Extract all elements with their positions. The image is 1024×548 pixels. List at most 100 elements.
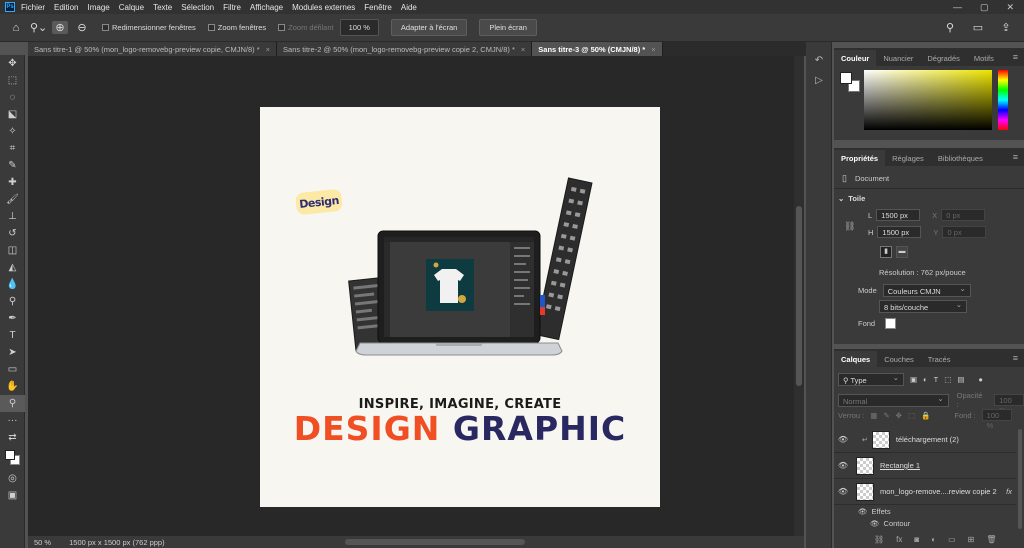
tab-traces[interactable]: Tracés: [921, 351, 958, 367]
zoom-out-icon[interactable]: ⊖: [74, 21, 90, 34]
zoom-in-icon[interactable]: ⊕: [52, 21, 68, 34]
horizontal-scrollbar-thumb[interactable]: [345, 539, 525, 545]
move-tool-icon[interactable]: ✥: [0, 55, 25, 72]
resize-windows-checkbox[interactable]: Redimensionner fenêtres: [102, 23, 196, 32]
layer-row[interactable]: 👁 mon_logo-remove....review copie 2 fx: [834, 479, 1016, 505]
marquee-tool-icon[interactable]: ⬚: [0, 72, 25, 89]
link-icon[interactable]: ⛓: [844, 221, 855, 232]
healing-brush-tool-icon[interactable]: ✚: [0, 174, 25, 191]
background-color-swatch[interactable]: [885, 318, 897, 329]
layers-scrollbar[interactable]: [1018, 429, 1022, 529]
add-mask-icon[interactable]: ◙: [914, 535, 919, 544]
menu-image[interactable]: Image: [87, 3, 109, 12]
new-group-icon[interactable]: ▭: [948, 535, 956, 544]
more-tools-icon[interactable]: ···: [0, 412, 25, 429]
object-selection-tool-icon[interactable]: ⬕: [0, 106, 25, 123]
type-tool-icon[interactable]: T: [0, 327, 25, 344]
document-canvas[interactable]: Design INSPIRE, IMAGINE, CREATE DESIGN G…: [260, 107, 660, 507]
history-panel-icon[interactable]: ↶: [806, 50, 832, 70]
close-icon[interactable]: ×: [266, 45, 270, 54]
menu-selection[interactable]: Sélection: [181, 3, 214, 12]
menu-fenetre[interactable]: Fenêtre: [364, 3, 392, 12]
visibility-eye-icon[interactable]: 👁: [834, 461, 852, 470]
tab-degrades[interactable]: Dégradés: [920, 50, 967, 66]
maximize-icon[interactable]: ▢: [980, 2, 989, 13]
color-field[interactable]: [864, 70, 992, 130]
tab-reglages[interactable]: Réglages: [885, 150, 931, 166]
menu-modules-externes[interactable]: Modules externes: [292, 3, 355, 12]
layer-row[interactable]: 👁 ↵ téléchargement (2): [834, 427, 1016, 453]
width-field[interactable]: 1500 px: [876, 209, 921, 221]
tab-calques[interactable]: Calques: [834, 351, 878, 367]
visibility-eye-icon[interactable]: 👁: [834, 487, 852, 496]
close-window-icon[interactable]: ✕: [1006, 2, 1014, 13]
filter-smart-object-icon[interactable]: ▤: [957, 375, 964, 384]
workspace-icon[interactable]: ▭: [970, 21, 986, 34]
foreground-color-swatch[interactable]: [4, 450, 15, 460]
menu-fichier[interactable]: Fichier: [21, 3, 45, 12]
search-icon[interactable]: ⚲: [942, 21, 958, 34]
adjustment-layer-icon[interactable]: ◐: [931, 535, 936, 544]
panel-menu-icon[interactable]: ≡: [1013, 152, 1018, 162]
effect-stroke-row[interactable]: 👁 Contour: [834, 517, 1016, 529]
layer-row[interactable]: 👁 Rectangle 1: [834, 453, 1016, 479]
filter-adjustment-icon[interactable]: ◐: [923, 375, 928, 384]
minimize-icon[interactable]: —: [953, 2, 962, 13]
menu-texte[interactable]: Texte: [153, 3, 172, 12]
brush-tool-icon[interactable]: 🖌: [0, 191, 25, 208]
screen-mode-icon[interactable]: ▣: [0, 487, 25, 504]
hand-tool-icon[interactable]: ✋: [0, 378, 25, 395]
eraser-tool-icon[interactable]: ◫: [0, 242, 25, 259]
zoom-level[interactable]: 50 %: [34, 538, 51, 547]
filter-pixel-icon[interactable]: ▣: [910, 375, 917, 384]
bit-depth-select[interactable]: 8 bits/couche: [879, 299, 967, 313]
new-layer-icon[interactable]: ⊞: [968, 535, 975, 544]
delete-layer-icon[interactable]: 🗑: [986, 535, 996, 544]
actions-panel-icon[interactable]: ▷: [806, 70, 832, 90]
lasso-tool-icon[interactable]: ◌: [0, 89, 25, 106]
fill-screen-button[interactable]: Plein écran: [479, 19, 537, 36]
tab-sans-titre-2[interactable]: Sans titre-2 @ 50% (mon_logo-removebg-pr…: [277, 42, 533, 56]
foreground-background-colors[interactable]: [0, 446, 25, 470]
filter-shape-icon[interactable]: ⬚: [944, 375, 951, 384]
rectangle-tool-icon[interactable]: ▭: [0, 361, 25, 378]
blur-tool-icon[interactable]: 💧: [0, 276, 25, 293]
zoom-tool-icon[interactable]: ⚲⌄: [30, 21, 47, 34]
filter-toggle-icon[interactable]: ●: [978, 375, 983, 384]
tab-bibliotheques[interactable]: Bibliothèques: [931, 150, 990, 166]
eyedropper-tool-icon[interactable]: ✎: [0, 157, 25, 174]
menu-calque[interactable]: Calque: [119, 3, 144, 12]
portrait-icon[interactable]: ▮: [880, 246, 892, 258]
color-mode-select[interactable]: Couleurs CMJN: [882, 283, 971, 297]
filter-type-icon[interactable]: T: [934, 375, 939, 384]
tab-couleur[interactable]: Couleur: [834, 50, 877, 66]
tab-couches[interactable]: Couches: [877, 351, 921, 367]
tab-proprietes[interactable]: Propriétés: [834, 150, 886, 166]
color-swatches[interactable]: [840, 72, 862, 94]
swap-colors-icon[interactable]: ⇄: [0, 429, 25, 446]
zoom-value-field[interactable]: 100 %: [339, 19, 379, 36]
panel-menu-icon[interactable]: ≡: [1013, 52, 1018, 62]
menu-edition[interactable]: Edition: [54, 3, 78, 12]
zoom-tool-icon[interactable]: ⚲: [0, 395, 25, 412]
layer-filter-select[interactable]: ⚲ Type: [838, 372, 904, 386]
visibility-eye-icon[interactable]: 👁: [834, 435, 852, 444]
magic-wand-tool-icon[interactable]: ✧: [0, 123, 25, 140]
clone-stamp-tool-icon[interactable]: ⊥: [0, 208, 25, 225]
menu-filtre[interactable]: Filtre: [223, 3, 241, 12]
fit-screen-button[interactable]: Adapter à l'écran: [390, 19, 468, 36]
canvas-section-header[interactable]: ⌄ Toile: [838, 194, 865, 203]
crop-tool-icon[interactable]: ⌗: [0, 140, 25, 157]
layer-effects-fx-icon[interactable]: fx: [1006, 487, 1012, 496]
share-icon[interactable]: ⇪: [998, 21, 1014, 34]
quick-mask-icon[interactable]: ◎: [0, 470, 25, 487]
height-field[interactable]: 1500 px: [877, 226, 922, 238]
hue-slider[interactable]: [998, 70, 1008, 130]
zoom-windows-checkbox[interactable]: Zoom fenêtres: [207, 23, 266, 32]
foreground-color-swatch[interactable]: [840, 72, 852, 84]
close-icon[interactable]: ×: [521, 45, 525, 54]
tab-sans-titre-1[interactable]: Sans titre-1 @ 50% (mon_logo-removebg-pr…: [28, 42, 278, 56]
menu-aide[interactable]: Aide: [401, 3, 417, 12]
history-brush-tool-icon[interactable]: ↺: [0, 225, 25, 242]
scrollbar-thumb[interactable]: [796, 206, 802, 386]
